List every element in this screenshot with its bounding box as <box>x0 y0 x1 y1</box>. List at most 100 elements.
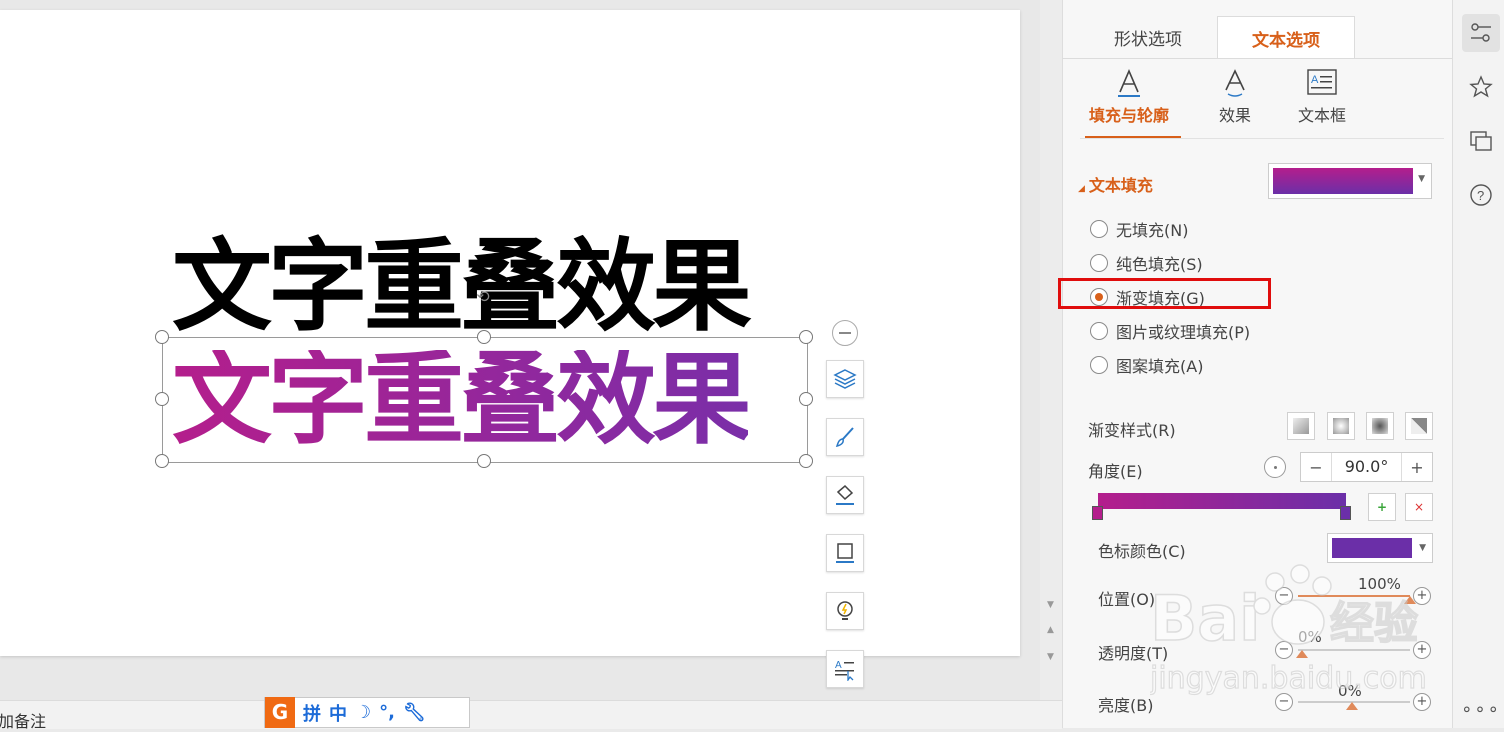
tab-shape-options[interactable]: 形状选项 <box>1080 16 1216 58</box>
decrement-button[interactable]: − <box>1301 458 1331 477</box>
ime-toolbar[interactable]: G 拼 中 ☽ °, 🔧︎ <box>264 696 470 728</box>
fill-color-dropdown[interactable]: ▼ <box>1268 163 1432 199</box>
watermark-url: jingyan.baidu.com <box>1150 661 1427 696</box>
ime-logo-icon[interactable]: G <box>265 696 295 728</box>
tab-text-options[interactable]: 文本选项 <box>1217 16 1355 59</box>
add-stop-icon: + <box>1376 500 1388 514</box>
stop-color-dropdown[interactable]: ▼ <box>1327 533 1433 563</box>
layers-button[interactable] <box>826 360 864 398</box>
stop-color-label: 色标颜色(C) <box>1098 542 1186 561</box>
svg-text:A: A <box>835 660 842 671</box>
gradient-stop-start[interactable] <box>1092 506 1103 520</box>
style-brush-button[interactable] <box>826 418 864 456</box>
transition-rail-button[interactable] <box>1462 122 1500 160</box>
svg-text:A: A <box>1311 74 1319 86</box>
svg-text:?: ? <box>1477 188 1484 203</box>
angle-value[interactable]: 90.0° <box>1331 453 1402 481</box>
help-rail-button[interactable]: ? <box>1462 176 1500 214</box>
radio-pattern-fill[interactable]: 图案填充(A) <box>1090 353 1203 377</box>
radio-label: 纯色填充(S) <box>1116 255 1203 274</box>
notes-bar <box>0 700 1062 729</box>
outline-button[interactable] <box>826 534 864 572</box>
more-icon: ∘∘∘ <box>1461 698 1501 720</box>
brightness-label: 亮度(B) <box>1098 696 1154 715</box>
ime-pinyin[interactable]: 拼 <box>303 700 321 726</box>
text-select-button[interactable]: A <box>826 650 864 688</box>
subtab-divider <box>1080 138 1444 139</box>
gradient-style-rect[interactable] <box>1327 412 1355 440</box>
outline-icon <box>836 543 854 563</box>
selection-box[interactable] <box>162 337 808 463</box>
properties-rail-button[interactable] <box>1462 14 1500 52</box>
watermark-brand: Bai <box>1150 582 1260 655</box>
transition-icon <box>1470 131 1492 151</box>
textbox-icon: A <box>1307 69 1337 95</box>
watermark-brand-cn: 经验 <box>1330 598 1418 649</box>
slide-text-black[interactable]: 文字重叠效果 <box>172 237 752 337</box>
gradient-style-path[interactable] <box>1405 412 1433 440</box>
help-icon: ? <box>1470 184 1492 206</box>
gradient-stop-end[interactable] <box>1340 506 1351 520</box>
radio-picture-fill[interactable]: 图片或纹理填充(P) <box>1090 319 1250 343</box>
radio-no-fill[interactable]: 无填充(N) <box>1090 217 1188 241</box>
subtab-effects[interactable]: 效果 <box>1190 64 1280 134</box>
text-effect-icon <box>1225 69 1245 97</box>
section-label: 文本填充 <box>1088 176 1153 195</box>
text-fill-section[interactable]: ◢ 文本填充 <box>1078 172 1153 196</box>
radio-solid-fill[interactable]: 纯色填充(S) <box>1090 251 1203 275</box>
vertical-scrollbar[interactable]: ▼ ▲ ▼ <box>1040 0 1062 700</box>
scroll-down-icon[interactable]: ▼ <box>1047 600 1054 610</box>
more-rail-button[interactable]: ∘∘∘ <box>1461 690 1501 728</box>
right-rail <box>1452 0 1504 728</box>
resize-handle-right[interactable] <box>799 392 813 406</box>
angle-stepper[interactable]: − 90.0° + <box>1300 452 1433 482</box>
moon-icon[interactable]: ☽ <box>355 702 371 723</box>
animation-rail-button[interactable] <box>1462 68 1500 106</box>
gradient-bar[interactable] <box>1098 493 1346 509</box>
angle-dial[interactable] <box>1264 456 1286 478</box>
resize-handle-top-right[interactable] <box>799 330 813 344</box>
increment-button[interactable]: + <box>1402 458 1432 477</box>
subtab-label: 填充与轮廓 <box>1088 106 1169 125</box>
gradient-style-linear[interactable] <box>1287 412 1315 440</box>
punctuation-icon[interactable]: °, <box>379 702 395 723</box>
rotate-handle-icon[interactable]: ⟲ <box>474 288 492 306</box>
remove-stop-button[interactable]: × <box>1405 493 1433 521</box>
fill-bucket-icon <box>836 484 854 505</box>
page-up-icon[interactable]: ▲ <box>1047 625 1054 635</box>
add-stop-button[interactable]: + <box>1368 493 1396 521</box>
notes-label[interactable]: 加备注 <box>0 708 46 732</box>
brush-icon <box>835 427 854 448</box>
subtab-textbox[interactable]: A 文本框 <box>1277 64 1367 134</box>
sliders-icon <box>1471 23 1491 42</box>
collapse-triangle-icon: ◢ <box>1078 184 1085 194</box>
resize-handle-top[interactable] <box>477 330 491 344</box>
subtab-fill-outline[interactable]: 填充与轮廓 <box>1084 64 1174 134</box>
wrench-icon[interactable]: 🔧︎ <box>403 702 426 723</box>
resize-handle-bottom[interactable] <box>477 454 491 468</box>
position-label: 位置(O) <box>1098 590 1156 609</box>
ime-chinese-mode[interactable]: 中 <box>329 700 347 726</box>
collapse-toolbar-button[interactable] <box>832 320 858 346</box>
radio-label: 图片或纹理填充(P) <box>1116 323 1251 342</box>
radio-button[interactable] <box>1090 254 1108 272</box>
fill-button[interactable] <box>826 476 864 514</box>
resize-handle-bottom-right[interactable] <box>799 454 813 468</box>
radio-button[interactable] <box>1090 220 1108 238</box>
resize-handle-top-left[interactable] <box>155 330 169 344</box>
subtab-label: 文本框 <box>1297 106 1346 125</box>
resize-handle-bottom-left[interactable] <box>155 454 169 468</box>
smart-suggest-button[interactable] <box>826 592 864 630</box>
gradient-style-radial[interactable] <box>1366 412 1394 440</box>
highlight-annotation-box <box>1058 278 1271 309</box>
radio-button[interactable] <box>1090 356 1108 374</box>
page-down-icon[interactable]: ▼ <box>1047 652 1054 662</box>
radio-button[interactable] <box>1090 322 1108 340</box>
resize-handle-left[interactable] <box>155 392 169 406</box>
remove-stop-icon: × <box>1413 500 1425 514</box>
gradient-style-label: 渐变样式(R) <box>1088 421 1176 440</box>
radio-label: 图案填充(A) <box>1116 357 1204 376</box>
fill-swatch <box>1273 168 1413 194</box>
lightbulb-icon <box>837 601 853 620</box>
watermark-logo: Bai 经验 jingyan.baidu.com <box>1148 560 1440 710</box>
